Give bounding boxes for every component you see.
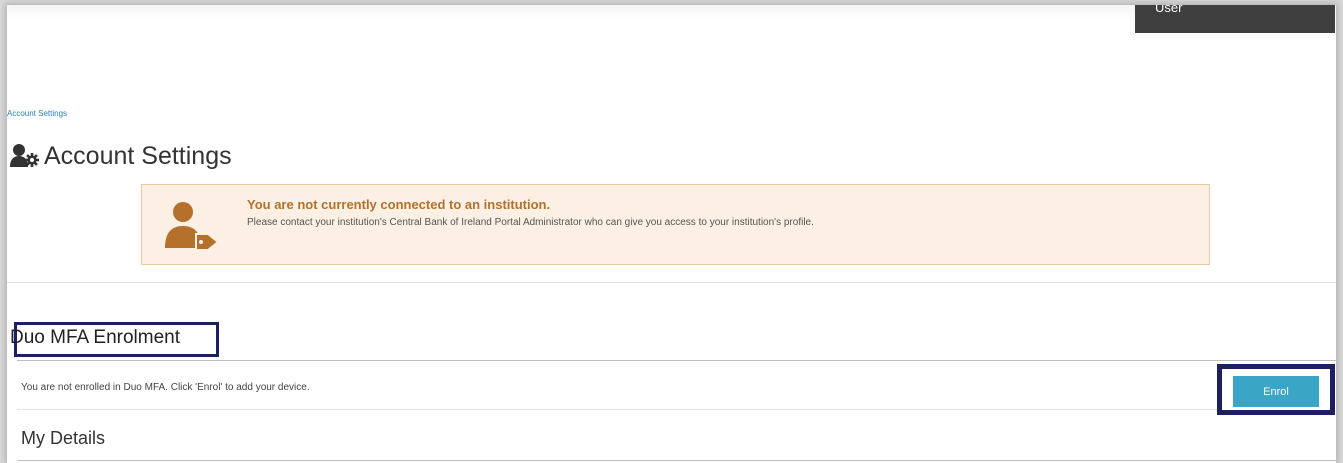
user-tag-icon — [165, 202, 220, 251]
screenshot-frame: User Account Settings Account Settings Y… — [0, 0, 1343, 463]
page-title: Account Settings — [10, 141, 232, 171]
user-settings-icon — [10, 144, 39, 167]
page: User Account Settings Account Settings Y… — [7, 5, 1336, 463]
user-menu-label: User — [1155, 5, 1183, 15]
row-divider — [17, 409, 1217, 410]
alert-message: Please contact your institution's Centra… — [247, 217, 814, 228]
page-title-text: Account Settings — [44, 141, 232, 170]
alert-title: You are not currently connected to an in… — [247, 197, 551, 212]
institution-alert: You are not currently connected to an in… — [141, 184, 1210, 265]
duo-section-title: Duo MFA Enrolment — [10, 327, 181, 348]
enrol-button[interactable]: Enrol — [1233, 376, 1319, 407]
user-menu[interactable]: User — [1135, 5, 1335, 33]
section-divider — [17, 460, 1336, 461]
divider — [7, 282, 1336, 283]
my-details-title: My Details — [21, 428, 106, 448]
section-divider — [17, 360, 1336, 361]
duo-status-text: You are not enrolled in Duo MFA. Click '… — [21, 382, 310, 393]
breadcrumb-account-settings[interactable]: Account Settings — [7, 109, 67, 118]
